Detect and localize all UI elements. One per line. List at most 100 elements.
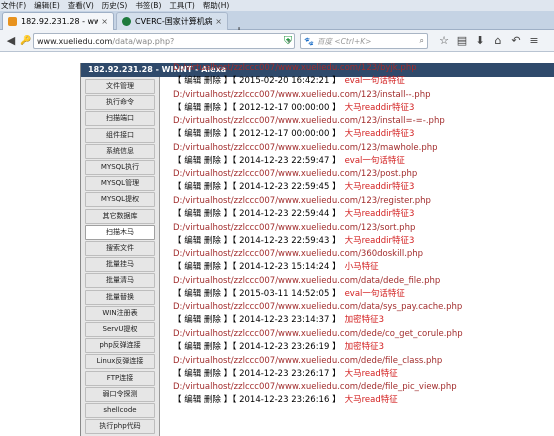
menu-button[interactable]: 文件管理 <box>85 79 155 94</box>
menu-button[interactable]: shellcode <box>85 403 155 418</box>
menubar-item[interactable]: 帮助(H) <box>203 0 230 11</box>
tab-cverc[interactable]: CVERC-国家计算机病毒应... × <box>116 12 228 30</box>
close-icon[interactable]: × <box>215 17 222 26</box>
delete-link[interactable]: 删除 <box>204 342 221 352</box>
edit-link[interactable]: 编辑 <box>184 182 201 192</box>
delete-link[interactable]: 删除 <box>204 129 221 139</box>
search-bar[interactable]: 🐾 百度 <Ctrl+K> ⌕ <box>300 33 428 49</box>
url-bar[interactable]: www.xueliedu.com /data/wap.php? ▾ <box>33 33 295 49</box>
menubar-item[interactable]: 编辑(E) <box>34 0 60 11</box>
edit-link[interactable]: 编辑 <box>184 395 201 405</box>
search-icon[interactable]: ⌕ <box>420 36 424 46</box>
page-favicon-icon <box>8 17 17 26</box>
menu-button[interactable]: 搜索文件 <box>85 241 155 256</box>
download-icon[interactable]: ⬇ <box>472 33 488 49</box>
result-tag: 大马readdir特征3 <box>344 182 415 193</box>
delete-link[interactable]: 删除 <box>204 315 221 325</box>
baidu-icon: 🐾 <box>304 36 314 46</box>
menu-button[interactable]: MYSQL提权 <box>85 192 155 208</box>
result-meta: 【 编辑 删除 】【 2014-12-23 23:26:16 】大马read特征 <box>173 395 398 406</box>
delete-link[interactable]: 删除 <box>204 209 221 219</box>
edit-link[interactable]: 编辑 <box>184 129 201 139</box>
result-tag: eval一句话特征 <box>344 155 405 166</box>
menu-button[interactable]: FTP连接 <box>85 370 155 386</box>
menubar-item[interactable]: 书签(B) <box>135 0 161 11</box>
scan-results: D:/virtualhost/zzlccc007/www.xueliedu.co… <box>173 63 553 436</box>
result-time: 2014-12-23 23:14:37 <box>239 315 330 326</box>
menubar-item[interactable]: 工具(T) <box>169 0 194 11</box>
bookmarks-icon[interactable]: ▤ <box>454 33 470 49</box>
delete-link[interactable]: 删除 <box>204 369 221 379</box>
menu-button[interactable]: 批量挂马 <box>85 257 155 273</box>
url-path: /data/wap.php? <box>112 36 175 46</box>
result-meta: 【 编辑 删除 】【 2015-03-11 14:52:05 】 eval一句话特… <box>173 288 405 299</box>
result-tag: 大马readdir特征3 <box>344 129 415 140</box>
delete-link[interactable]: 删除 <box>204 76 221 86</box>
edit-link[interactable]: 编辑 <box>184 209 201 219</box>
identity-icon[interactable]: 🔑 <box>18 33 34 49</box>
menu-button[interactable]: 其它数据库 <box>85 208 155 224</box>
edit-link[interactable]: 编辑 <box>184 236 201 246</box>
result-path: D:/virtualhost/zzlccc007/www.xueliedu.co… <box>173 142 438 153</box>
result-meta: 【 编辑 删除 】【 2014-12-23 15:14:24 】小马特征 <box>173 262 379 273</box>
back-icon[interactable]: ◀ <box>3 33 19 49</box>
result-path: D:/virtualhost/zzlccc007/www.xueliedu.co… <box>173 169 418 180</box>
function-menu: 文件管理 执行命令 扫描端口 组件接口 系统信息 MYSQL执行 MYSQL管理 MYSQL提… <box>81 77 160 436</box>
edit-link[interactable]: 编辑 <box>184 76 201 86</box>
delete-link[interactable]: 删除 <box>204 395 221 405</box>
edit-link[interactable]: 编辑 <box>184 262 201 272</box>
home-icon[interactable]: ⌂ <box>490 33 506 49</box>
menu-button[interactable]: MYSQL执行 <box>85 160 155 175</box>
menu-bar: 文件(F) 编辑(E) 查看(V) 历史(S) 书签(B) 工具(T) 帮助(H) <box>0 0 554 11</box>
menubar-item[interactable]: 文件(F) <box>1 0 26 11</box>
menu-button[interactable]: 弱口令探测 <box>85 386 155 402</box>
edit-link[interactable]: 编辑 <box>184 156 201 166</box>
result-meta: 【 编辑 删除 】【 2014-12-23 23:26:17 】大马read特征 <box>173 368 398 379</box>
result-time: 2012-12-17 00:00:00 <box>239 129 330 140</box>
menu-button[interactable]: 批量替换 <box>85 289 155 305</box>
menu-button[interactable]: 扫描端口 <box>85 111 155 127</box>
edit-link[interactable]: 编辑 <box>184 315 201 325</box>
result-path: D:/virtualhost/zzlccc007/www.xueliedu.co… <box>173 63 417 73</box>
menu-button[interactable]: 执行命令 <box>85 95 155 111</box>
menu-button[interactable]: 批量清马 <box>85 273 155 289</box>
delete-link[interactable]: 删除 <box>204 262 221 272</box>
menu-button[interactable]: Linux反弹连接 <box>85 354 155 370</box>
delete-link[interactable]: 删除 <box>204 289 221 299</box>
shield-icon[interactable]: ⛨ <box>280 33 296 49</box>
menu-button[interactable]: 系统信息 <box>85 143 155 159</box>
result-meta: 【 编辑 删除 】【 2012-12-17 00:00:00 】大马readdi… <box>173 129 415 140</box>
menu-button[interactable]: 执行php代码 <box>85 419 155 435</box>
menubar-item[interactable]: 历史(S) <box>102 0 128 11</box>
menu-button[interactable]: 扫描木马 <box>85 224 155 240</box>
edit-link[interactable]: 编辑 <box>184 342 201 352</box>
delete-link[interactable]: 删除 <box>204 182 221 192</box>
result-meta: 【 编辑 删除 】【 2015-02-20 16:42:21 】 eval一句话特… <box>173 76 405 86</box>
result-tag: eval一句话特征 <box>344 288 405 299</box>
menubar-item[interactable]: 查看(V) <box>68 0 94 11</box>
menu-button[interactable]: 组件接口 <box>85 127 155 143</box>
delete-link[interactable]: 删除 <box>204 156 221 166</box>
bookmark-star-icon[interactable]: ☆ <box>436 33 452 49</box>
navigation-bar: ◀ 🔑 www.xueliedu.com /data/wap.php? ▾ ⛨ … <box>0 30 554 52</box>
result-meta: 【 编辑 删除 】【 2014-12-23 22:59:45 】大马readdi… <box>173 182 415 193</box>
url-domain: www.xueliedu.com <box>37 36 113 46</box>
close-icon[interactable]: × <box>101 17 108 26</box>
edit-link[interactable]: 编辑 <box>184 289 201 299</box>
edit-link[interactable]: 编辑 <box>184 369 201 379</box>
result-meta: 【 编辑 删除 】【 2014-12-23 22:59:47 】 eval一句话特… <box>173 155 405 166</box>
result-time: 2015-03-11 14:52:05 <box>239 288 330 299</box>
undo-icon[interactable]: ↶ <box>508 33 524 49</box>
edit-link[interactable]: 编辑 <box>184 103 201 113</box>
menu-button[interactable]: php反弹连接 <box>85 338 155 354</box>
menu-button[interactable]: WIN注册表 <box>85 305 155 321</box>
result-meta: 【 编辑 删除 】【 2014-12-23 23:26:19 】加密特征3 <box>173 342 384 352</box>
tab-active[interactable]: 182.92.231.28 - www.mi... × <box>2 12 114 30</box>
delete-link[interactable]: 删除 <box>204 236 221 246</box>
menu-button[interactable]: ServU提权 <box>85 322 155 337</box>
menu-icon[interactable]: ≡ <box>526 33 542 49</box>
delete-link[interactable]: 删除 <box>204 103 221 113</box>
menu-button[interactable]: MYSQL管理 <box>85 176 155 192</box>
result-time: 2014-12-23 15:14:24 <box>239 262 330 273</box>
result-path: D:/virtualhost/zzlccc007/www.xueliedu.co… <box>173 89 431 100</box>
